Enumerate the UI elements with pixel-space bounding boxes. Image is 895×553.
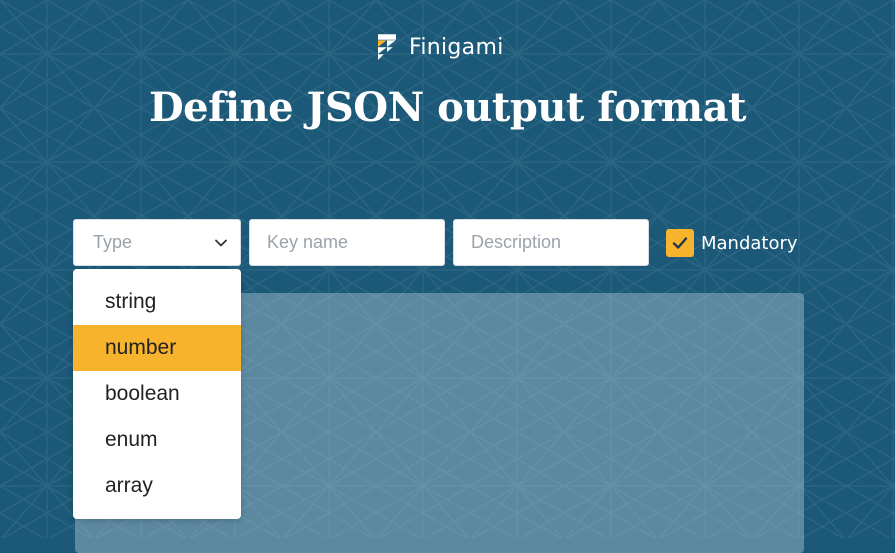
type-option-number[interactable]: number — [73, 325, 241, 371]
mandatory-checkbox[interactable]: Mandatory — [666, 229, 798, 257]
type-select-placeholder: Type — [93, 232, 133, 252]
brand-name: Finigami — [409, 34, 504, 60]
type-option-array[interactable]: array — [73, 463, 241, 509]
page-title: Define JSON output format — [148, 84, 747, 131]
type-option-string[interactable]: string — [73, 279, 241, 325]
key-name-input[interactable] — [249, 219, 445, 266]
brand: Finigami — [376, 31, 504, 63]
type-option-boolean[interactable]: boolean — [73, 371, 241, 417]
description-input[interactable] — [453, 219, 649, 266]
checkmark-icon — [672, 237, 688, 249]
type-select[interactable]: Type — [73, 219, 241, 266]
mandatory-checkbox-box[interactable] — [666, 229, 694, 257]
mandatory-label: Mandatory — [701, 232, 798, 254]
type-dropdown-menu: string number boolean enum array — [73, 269, 241, 519]
type-option-enum[interactable]: enum — [73, 417, 241, 463]
finigami-logo-icon — [378, 33, 396, 60]
chevron-down-icon — [215, 239, 227, 246]
